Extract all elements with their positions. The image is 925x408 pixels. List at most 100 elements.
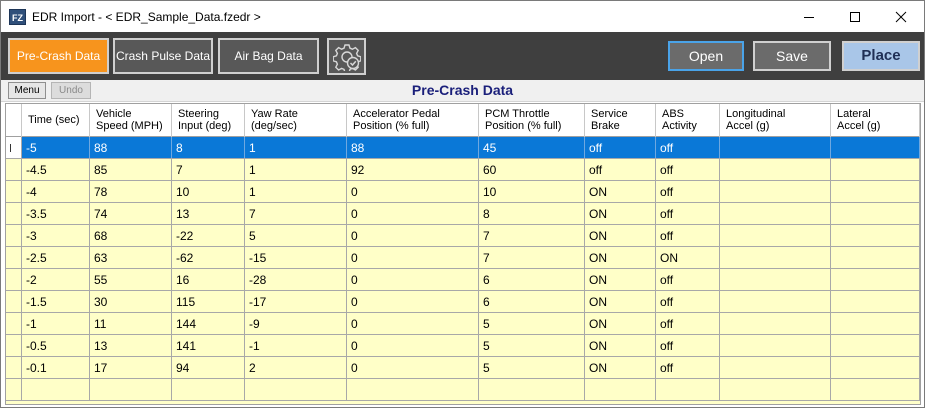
- table-cell[interactable]: 45: [479, 137, 585, 158]
- table-cell[interactable]: 8: [172, 137, 245, 158]
- table-cell[interactable]: off: [656, 335, 720, 356]
- table-cell[interactable]: 115: [172, 291, 245, 312]
- save-button[interactable]: Save: [753, 41, 831, 71]
- table-cell[interactable]: [245, 379, 347, 400]
- open-button[interactable]: Open: [668, 41, 744, 71]
- tab-crash-pulse-data[interactable]: Crash Pulse Data: [113, 38, 213, 74]
- table-cell[interactable]: 68: [90, 225, 172, 246]
- undo-button[interactable]: Undo: [51, 82, 91, 99]
- table-cell[interactable]: ON: [656, 247, 720, 268]
- table-cell[interactable]: off: [585, 159, 656, 180]
- table-cell[interactable]: 0: [347, 357, 479, 378]
- table-cell[interactable]: 5: [479, 335, 585, 356]
- minimize-button[interactable]: [786, 1, 832, 32]
- table-cell[interactable]: -22: [172, 225, 245, 246]
- table-cell[interactable]: 13: [172, 203, 245, 224]
- table-cell[interactable]: -1: [245, 335, 347, 356]
- table-cell[interactable]: off: [585, 137, 656, 158]
- table-cell[interactable]: [720, 379, 831, 400]
- table-cell[interactable]: [720, 247, 831, 268]
- table-cell[interactable]: -2: [22, 269, 90, 290]
- table-cell[interactable]: -9: [245, 313, 347, 334]
- table-cell[interactable]: [720, 291, 831, 312]
- row-header[interactable]: [6, 335, 22, 356]
- table-cell[interactable]: [720, 137, 831, 158]
- table-cell[interactable]: -3: [22, 225, 90, 246]
- table-cell[interactable]: 6: [479, 291, 585, 312]
- row-header[interactable]: [6, 181, 22, 202]
- row-header[interactable]: [6, 137, 22, 158]
- table-cell[interactable]: [172, 379, 245, 400]
- table-cell[interactable]: [656, 379, 720, 400]
- table-cell[interactable]: 8: [479, 203, 585, 224]
- table-cell[interactable]: 0: [347, 181, 479, 202]
- table-cell[interactable]: 5: [245, 225, 347, 246]
- table-cell[interactable]: [585, 379, 656, 400]
- table-cell[interactable]: off: [656, 159, 720, 180]
- column-header[interactable]: ABS Activity: [656, 104, 720, 137]
- new-row[interactable]: [6, 379, 920, 401]
- table-cell[interactable]: ON: [585, 291, 656, 312]
- table-cell[interactable]: 0: [347, 335, 479, 356]
- table-cell[interactable]: [720, 313, 831, 334]
- table-cell[interactable]: 30: [90, 291, 172, 312]
- close-button[interactable]: [878, 1, 924, 32]
- table-cell[interactable]: -3.5: [22, 203, 90, 224]
- place-button[interactable]: Place: [842, 41, 920, 71]
- table-cell[interactable]: 2: [245, 357, 347, 378]
- table-cell[interactable]: 92: [347, 159, 479, 180]
- table-cell[interactable]: [720, 269, 831, 290]
- maximize-button[interactable]: [832, 1, 878, 32]
- table-row[interactable]: -1 11 144 -9 0 5 ON off: [6, 313, 920, 335]
- table-cell[interactable]: [720, 335, 831, 356]
- table-cell[interactable]: [479, 379, 585, 400]
- table-cell[interactable]: [720, 357, 831, 378]
- settings-button[interactable]: [327, 38, 366, 75]
- table-cell[interactable]: 78: [90, 181, 172, 202]
- column-header[interactable]: Accelerator Pedal Position (% full): [347, 104, 479, 137]
- table-cell[interactable]: 11: [90, 313, 172, 334]
- table-cell[interactable]: [347, 379, 479, 400]
- table-cell[interactable]: [831, 247, 920, 268]
- table-cell[interactable]: off: [656, 181, 720, 202]
- column-header[interactable]: Service Brake: [585, 104, 656, 137]
- table-cell[interactable]: 85: [90, 159, 172, 180]
- table-cell[interactable]: 16: [172, 269, 245, 290]
- table-cell[interactable]: [720, 159, 831, 180]
- table-cell[interactable]: ON: [585, 313, 656, 334]
- row-header[interactable]: [6, 291, 22, 312]
- table-cell[interactable]: ON: [585, 335, 656, 356]
- table-cell[interactable]: -28: [245, 269, 347, 290]
- table-cell[interactable]: 0: [347, 313, 479, 334]
- table-row[interactable]: -3.5 74 13 7 0 8 ON off: [6, 203, 920, 225]
- pre-crash-data-grid[interactable]: Time (sec) Vehicle Speed (MPH) Steering Inpu…: [5, 103, 921, 405]
- table-cell[interactable]: 0: [347, 247, 479, 268]
- row-header[interactable]: [6, 379, 22, 400]
- table-cell[interactable]: 0: [347, 269, 479, 290]
- table-cell[interactable]: [720, 225, 831, 246]
- column-header[interactable]: Time (sec): [22, 104, 90, 137]
- table-cell[interactable]: [22, 379, 90, 400]
- table-cell[interactable]: 63: [90, 247, 172, 268]
- row-header[interactable]: [6, 225, 22, 246]
- table-cell[interactable]: [720, 181, 831, 202]
- table-cell[interactable]: 6: [479, 269, 585, 290]
- column-header[interactable]: Lateral Accel (g): [831, 104, 920, 137]
- table-cell[interactable]: 13: [90, 335, 172, 356]
- table-row[interactable]: -4 78 10 1 0 10 ON off: [6, 181, 920, 203]
- table-cell[interactable]: off: [656, 203, 720, 224]
- table-cell[interactable]: [831, 379, 920, 400]
- table-cell[interactable]: 17: [90, 357, 172, 378]
- table-cell[interactable]: [831, 203, 920, 224]
- table-cell[interactable]: 55: [90, 269, 172, 290]
- table-cell[interactable]: 7: [479, 225, 585, 246]
- table-cell[interactable]: ON: [585, 225, 656, 246]
- table-cell[interactable]: [831, 357, 920, 378]
- table-cell[interactable]: 88: [347, 137, 479, 158]
- table-cell[interactable]: ON: [585, 247, 656, 268]
- table-cell[interactable]: [831, 225, 920, 246]
- table-row[interactable]: -3 68 -22 5 0 7 ON off: [6, 225, 920, 247]
- table-cell[interactable]: -15: [245, 247, 347, 268]
- table-cell[interactable]: ON: [585, 181, 656, 202]
- table-row[interactable]: -1.5 30 115 -17 0 6 ON off: [6, 291, 920, 313]
